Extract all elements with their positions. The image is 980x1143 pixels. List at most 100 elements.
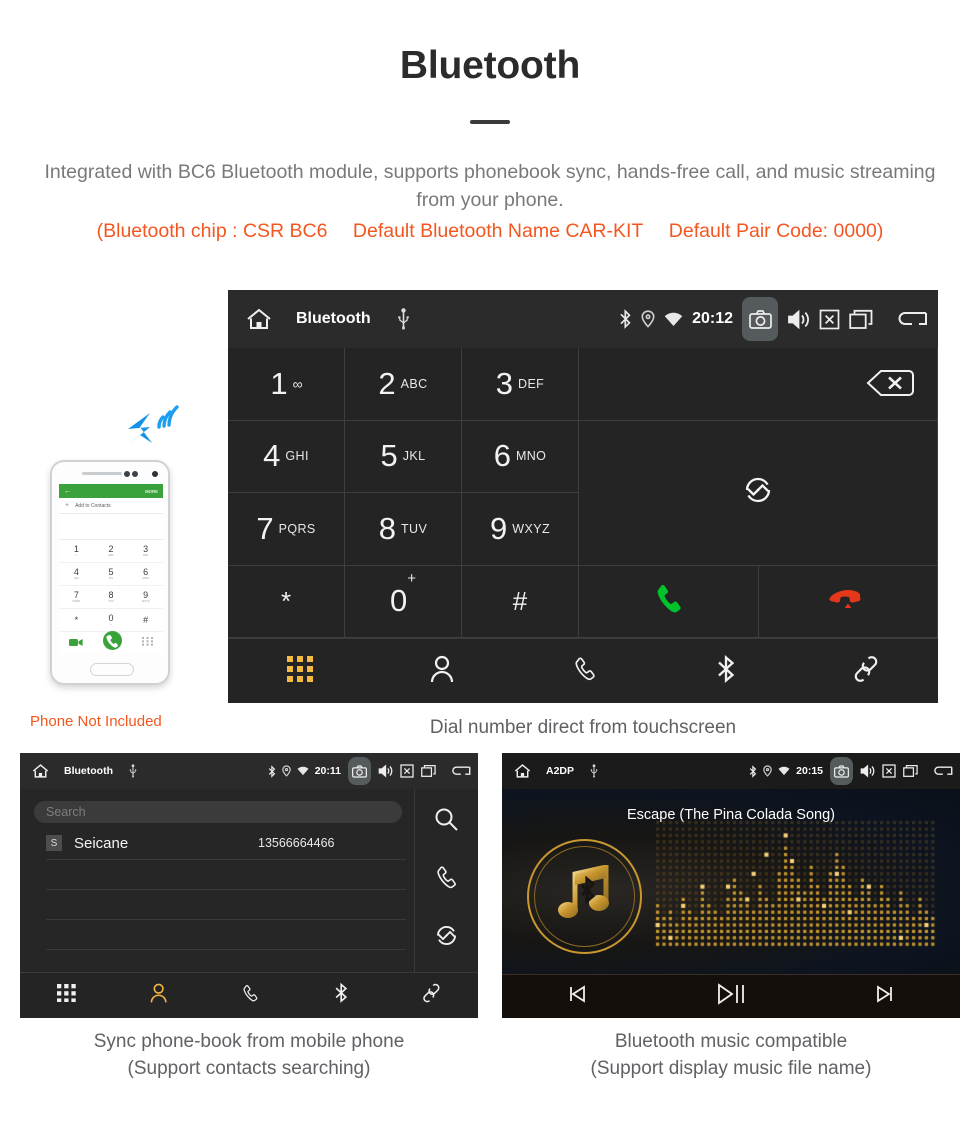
key-letters: PQRS [278,521,316,536]
close-box-icon[interactable] [400,764,414,778]
phone-key-number: 9 [143,590,149,600]
dialpad-key-star[interactable]: * [228,565,345,638]
recents-icon[interactable] [849,309,873,330]
skip-previous-icon[interactable] [566,983,588,1010]
key-letters: DEF [518,376,545,391]
backspace-icon[interactable] [865,368,915,403]
tab-call-log[interactable] [572,656,598,687]
music-player-controls[interactable] [502,974,960,1018]
keyboard-icon[interactable] [142,634,153,652]
phone-key-7[interactable]: 7 PQRS [59,586,94,609]
key-letters: GHI [285,449,309,464]
dialpad-keys[interactable]: 1 ∞ 2 ABC 3 DEF 4 GHI 5 JKL 6 MNO 7 PQRS 8 TUV 9 WXYZ * 0 + # [228,348,579,638]
skip-next-icon[interactable] [874,983,896,1010]
sync-contacts-button[interactable] [579,420,938,566]
phone-key-number: 3 [143,544,149,554]
phone-not-included-label: Phone Not Included [30,713,162,730]
list-divider [46,949,406,950]
phone-back-arrow[interactable]: ← [64,488,71,495]
table-row[interactable]: S Seicane 13566664466 [46,831,406,855]
dialpad-key-6[interactable]: 6 MNO [462,420,579,493]
call-answer-icon [652,582,686,621]
link-icon [853,655,879,688]
home-icon[interactable] [238,298,280,340]
volume-icon[interactable] [378,764,393,778]
recents-icon[interactable] [903,764,918,778]
dialpad-key-4[interactable]: 4 GHI [228,420,345,493]
phone-key-4[interactable]: 4 GHI [59,563,94,586]
home-icon[interactable] [27,758,54,785]
phone-handset-icon[interactable] [434,865,459,895]
dialpad-key-8[interactable]: 8 TUV [345,493,462,566]
dialpad-key-5[interactable]: 5 JKL [345,420,462,493]
close-box-icon[interactable] [819,309,840,330]
key-number: 4 [263,438,281,474]
tab-pair-link[interactable] [853,655,879,688]
recents-icon[interactable] [421,764,436,778]
phone-key-6[interactable]: 6 MNO [128,563,163,586]
phone-dialpad[interactable]: 1 ∞ 2 ABC 3 DEF 4 GHI 5 JKL 6 MNO 7 PQRS 8 TUV 9 WXYZ * 0 + # [59,540,163,632]
volume-icon[interactable] [860,764,875,778]
phone-key-star[interactable]: * [59,609,94,632]
tab-dialpad[interactable] [57,983,76,1008]
phone-home-button[interactable] [90,663,134,676]
main-tabbar[interactable] [228,638,938,703]
call-end-button[interactable] [759,565,938,638]
tab-bluetooth[interactable] [334,982,348,1009]
phonebook-tabbar[interactable] [20,972,478,1018]
phone-add-contacts-row[interactable]: + Add to Contacts [59,498,163,514]
phone-key-1[interactable]: 1 ∞ [59,540,94,563]
call-answer-icon[interactable] [103,631,122,654]
phone-key-3[interactable]: 3 DEF [128,540,163,563]
phonebook-caption-line1: Sync phone-book from mobile phone [93,1031,405,1052]
key-letters: JKL [402,449,426,464]
back-icon[interactable] [450,764,471,778]
search-icon[interactable] [434,807,459,837]
back-icon[interactable] [932,764,953,778]
key-number: 1 [270,365,288,401]
tab-dialpad[interactable] [286,655,313,687]
sync-icon[interactable] [434,923,459,953]
dialpad-key-hash[interactable]: # [462,565,579,638]
dialpad-key-3[interactable]: 3 DEF [462,348,579,421]
phone-key-2[interactable]: 2 ABC [93,540,129,563]
play-pause-icon[interactable] [716,982,746,1011]
call-answer-button[interactable] [579,565,759,638]
phone-key-0[interactable]: 0 + [93,609,129,632]
phonebook-body: Search S Seicane 13566664466 [20,789,478,972]
key-number: 6 [493,438,511,474]
phone-key-hash[interactable]: # [128,609,163,632]
key-number: 9 [490,510,508,546]
close-box-icon[interactable] [882,764,896,778]
phone-action-row[interactable] [59,631,163,654]
phonebook-statusbar: Bluetooth 20:11 [20,753,478,789]
tab-pair-link[interactable] [422,983,441,1008]
dialpad-key-0[interactable]: 0 + [345,565,462,638]
dialpad-key-7[interactable]: 7 PQRS [228,493,345,566]
phone-number-field[interactable] [59,514,163,540]
tab-call-log[interactable] [241,984,260,1008]
camera-icon[interactable] [742,297,778,341]
video-call-icon[interactable] [69,634,83,652]
tab-contacts[interactable] [430,655,454,688]
camera-icon[interactable] [348,757,371,785]
back-icon[interactable] [895,308,928,330]
contact-name: Seicane [74,834,129,852]
contact-initial-badge: S [46,835,62,851]
dialpad-key-2[interactable]: 2 ABC [345,348,462,421]
phone-key-9[interactable]: 9 WXYZ [128,586,163,609]
search-input[interactable]: Search [34,801,402,823]
tab-bluetooth[interactable] [716,654,736,689]
camera-icon[interactable] [830,757,853,785]
phone-more-label[interactable]: MORE [145,489,158,494]
tab-contacts[interactable] [150,983,167,1008]
home-icon[interactable] [509,758,536,785]
phone-key-letters: PQRS [72,600,81,603]
dialpad-key-9[interactable]: 9 WXYZ [462,493,579,566]
number-display-area[interactable] [579,348,938,421]
phone-key-5[interactable]: 5 JKL [93,563,129,586]
music-clock: 20:15 [796,765,823,777]
phone-key-8[interactable]: 8 TUV [93,586,129,609]
dialpad-key-1[interactable]: 1 ∞ [228,348,345,421]
volume-icon[interactable] [787,309,810,330]
